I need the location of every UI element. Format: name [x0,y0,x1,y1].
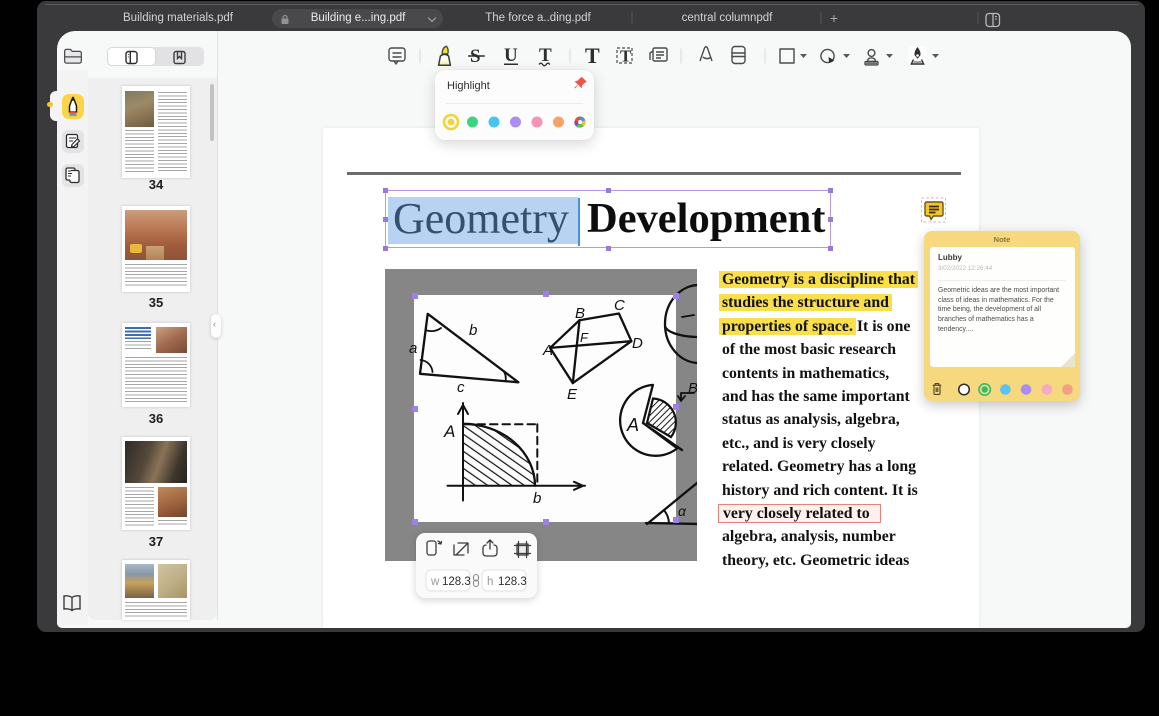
svg-text:h: h [487,576,493,588]
svg-text:128.3: 128.3 [498,576,527,588]
svg-text:C: C [614,297,625,314]
svg-text:b: b [469,322,477,339]
svg-text:B: B [688,380,697,397]
svg-text:α: α [678,503,687,519]
svg-text:A: A [542,342,553,359]
svg-text:B: B [575,305,585,322]
svg-text:D: D [632,335,643,352]
svg-text:T: T [585,43,600,68]
svg-text:A: A [626,415,639,435]
svg-text:a: a [409,340,417,357]
svg-text:F: F [580,330,589,345]
svg-text:b: b [533,490,541,507]
svg-text:E: E [567,386,578,403]
svg-text:128.3: 128.3 [442,576,471,588]
svg-text:A: A [443,422,455,441]
svg-text:U: U [504,45,518,66]
svg-text:w: w [430,576,440,588]
svg-text:c: c [457,379,465,396]
